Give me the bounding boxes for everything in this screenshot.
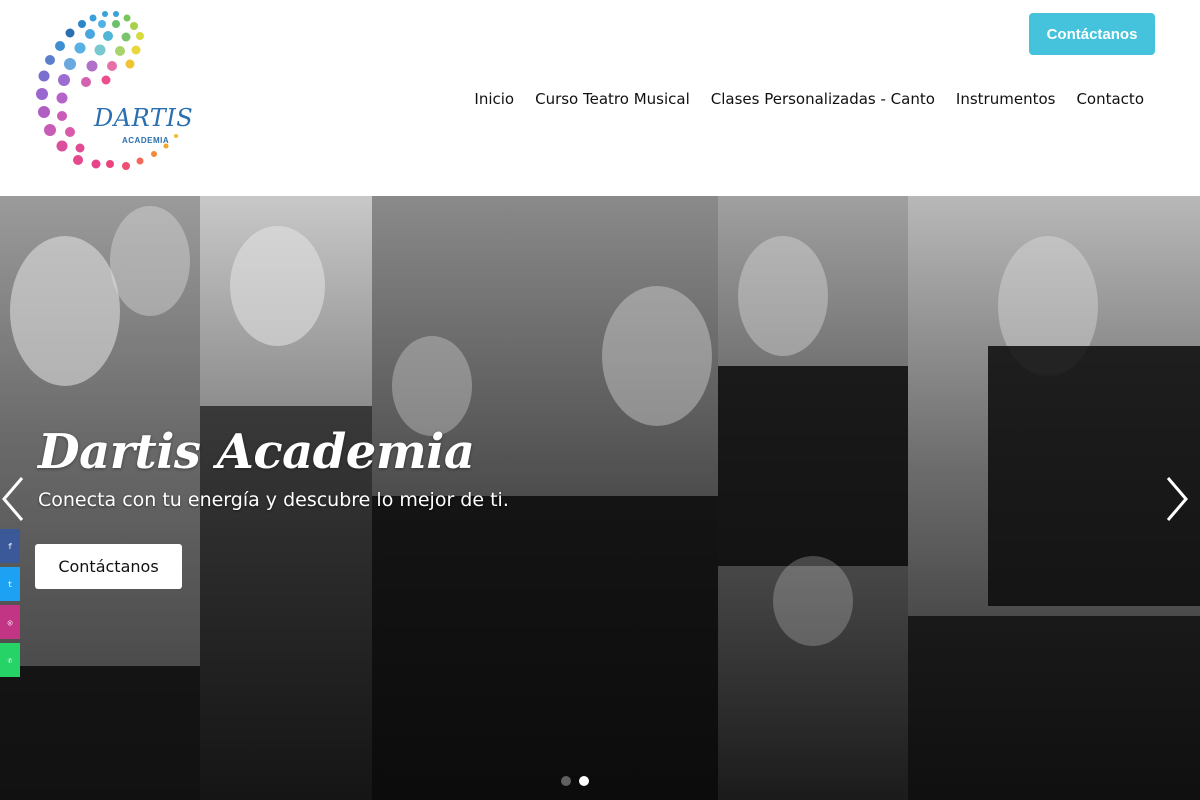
- chevron-right-icon: [1166, 477, 1188, 521]
- nav-item-clases-personalizadas[interactable]: Clases Personalizadas - Canto: [711, 90, 935, 108]
- social-share-bar: f t ◎ ✆: [0, 529, 20, 681]
- dartis-logo[interactable]: DARTIS ACADEMIA: [30, 6, 194, 181]
- logo-tagline: ACADEMIA: [122, 136, 170, 145]
- main-nav: Inicio Curso Teatro Musical Clases Perso…: [474, 90, 1144, 108]
- nav-item-inicio[interactable]: Inicio: [474, 90, 514, 108]
- slider-dot-2[interactable]: [579, 776, 589, 786]
- hero-photo-panel-4: [718, 196, 908, 800]
- header-contact-button[interactable]: Contáctanos: [1029, 13, 1155, 55]
- nav-item-instrumentos[interactable]: Instrumentos: [956, 90, 1056, 108]
- hero-title: Dartis Academia: [38, 424, 475, 480]
- site-header: DARTIS ACADEMIA Contáctanos Inicio Curso…: [0, 0, 1200, 196]
- chevron-left-icon: [2, 477, 24, 521]
- nav-item-curso-teatro-musical[interactable]: Curso Teatro Musical: [535, 90, 690, 108]
- facebook-icon[interactable]: f: [0, 529, 20, 563]
- slider-next-button[interactable]: [1162, 474, 1192, 524]
- hero-slider: Dartis Academia Conecta con tu energía y…: [0, 196, 1200, 800]
- hero-photo-panel-5: [908, 196, 1200, 800]
- hero-subtitle: Conecta con tu energía y descubre lo mej…: [38, 489, 509, 511]
- logo-dots-graphic: [36, 11, 178, 170]
- logo-name: DARTIS: [94, 104, 194, 132]
- instagram-icon[interactable]: ◎: [0, 605, 20, 639]
- twitter-icon[interactable]: t: [0, 567, 20, 601]
- slider-dot-1[interactable]: [561, 776, 571, 786]
- slider-prev-button[interactable]: [0, 474, 28, 524]
- hero-contact-button[interactable]: Contáctanos: [35, 544, 182, 589]
- slider-pagination: [561, 776, 589, 786]
- whatsapp-icon[interactable]: ✆: [0, 643, 20, 677]
- nav-item-contacto[interactable]: Contacto: [1076, 90, 1144, 108]
